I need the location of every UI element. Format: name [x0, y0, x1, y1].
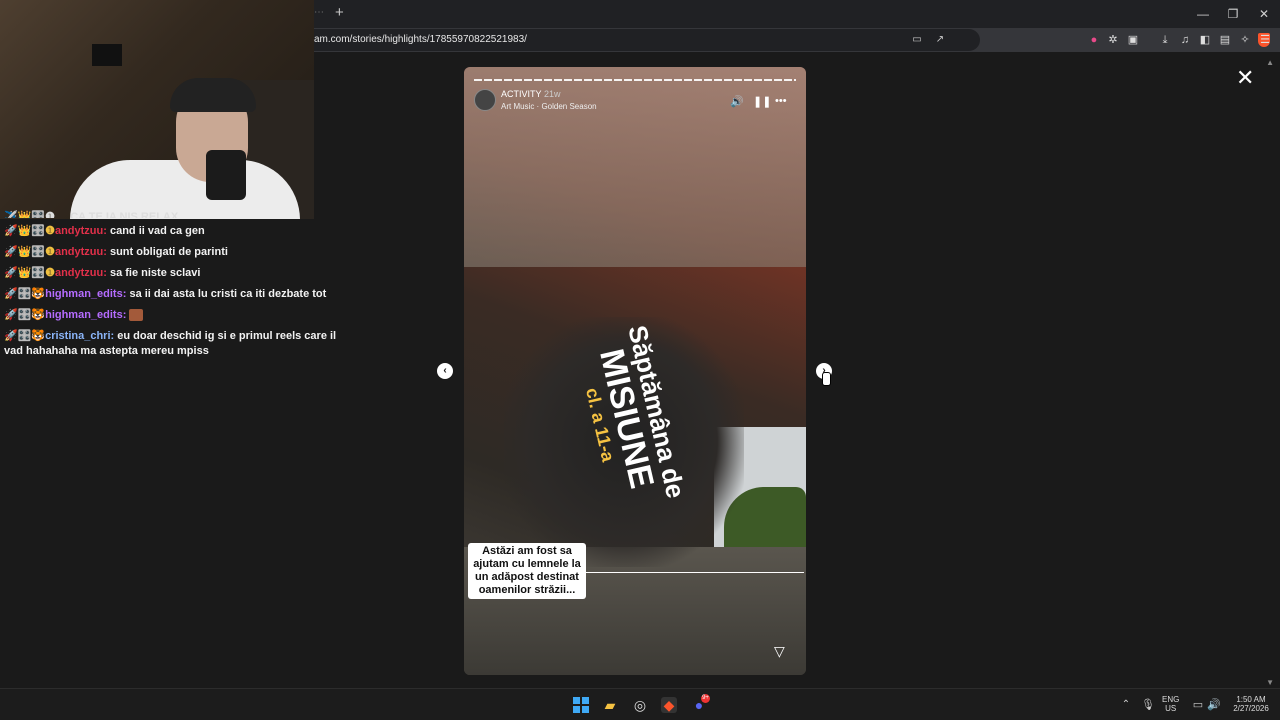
tray-chevron-icon[interactable]: ⌃: [1118, 697, 1134, 713]
language-indicator[interactable]: ENG US: [1162, 695, 1179, 713]
taskbar: ▰ ◎ ◆ ● 9+ ⌃ 🎙 ENG US ▭ 🔊 1:50 AM 2/27/2…: [0, 688, 1280, 720]
story-caption: Astăzi am fost sa ajutam cu lemnele la u…: [468, 543, 586, 599]
send-icon[interactable]: ▽: [774, 643, 785, 660]
chat-message: 🚀🎛️🐯cristina_chri: eu doar deschid ig si…: [4, 329, 344, 359]
story-username[interactable]: ACTIVITY: [501, 89, 542, 99]
prev-story-button[interactable]: ‹: [437, 363, 453, 379]
chat-username[interactable]: andytzuu:: [55, 225, 107, 237]
url-field[interactable]: am.com/stories/highlights/17855970822521…: [300, 29, 1270, 51]
wallet-icon[interactable]: ▤: [1218, 34, 1232, 46]
minimize-button[interactable]: —: [1193, 6, 1213, 22]
close-story-icon[interactable]: ✕: [1236, 67, 1254, 89]
scroll-down-arrow[interactable]: ▼: [1266, 678, 1274, 687]
chat-message: 🚀🎛️🐯highman_edits:: [4, 308, 344, 323]
more-options-icon[interactable]: •••: [775, 95, 787, 107]
brave-taskbar-icon[interactable]: ◆: [661, 697, 677, 713]
chat-emote-icon: [129, 309, 144, 322]
network-icon[interactable]: ▭: [1190, 697, 1206, 713]
url-text[interactable]: am.com/stories/highlights/17855970822521…: [314, 34, 527, 45]
chat-username[interactable]: highman_edits:: [45, 288, 126, 300]
media-icon[interactable]: ♫: [1178, 34, 1192, 46]
download-icon[interactable]: ⤓: [1158, 34, 1172, 46]
story-music[interactable]: Art Music · Golden Season: [501, 102, 597, 111]
menu-icon[interactable]: ☰: [1258, 34, 1272, 46]
new-tab-button[interactable]: +: [335, 5, 349, 21]
chat-message: 🚀👑🎛️❶andytzuu: cand ii vad ca gen: [4, 224, 344, 239]
chat-cut-line: ✈️👑🎛️❶ ... CA TE IA NIS RELAX ...: [4, 211, 191, 218]
pause-icon[interactable]: ❚❚: [753, 95, 771, 108]
webcam-microphone: [206, 150, 246, 200]
restore-button[interactable]: ❐: [1223, 6, 1243, 22]
lang-region: US: [1165, 704, 1177, 713]
chat-message: 🚀👑🎛️❶andytzuu: sa fie niste sclavi: [4, 266, 344, 281]
chat-badges: 🚀👑🎛️❶: [4, 267, 55, 279]
volume-tray-icon[interactable]: 🔊: [1206, 697, 1222, 713]
tab-fragment[interactable]: ⋯: [314, 7, 324, 18]
chat-badges: 🚀🎛️🐯: [4, 288, 46, 300]
discord-badge: 9+: [701, 694, 710, 703]
story-progress-bar: [474, 79, 796, 81]
scroll-up-arrow[interactable]: ▲: [1266, 58, 1274, 67]
story-card[interactable]: ACTIVITY 21w Art Music · Golden Season 🔊…: [464, 67, 806, 675]
mouse-pointer: [822, 372, 831, 386]
clock-date: 2/27/2026: [1233, 704, 1269, 713]
stream-chat: ✈️👑🎛️❶ ... CA TE IA NIS RELAX ... 🚀👑🎛️❶a…: [4, 210, 344, 359]
webcam-wall-picture: [92, 44, 122, 66]
close-window-button[interactable]: ✕: [1254, 6, 1274, 22]
cast-icon[interactable]: ▭: [910, 34, 924, 46]
start-button[interactable]: [573, 697, 589, 713]
extensions-icon[interactable]: ✲: [1106, 34, 1120, 46]
clock-time: 1:50 AM: [1236, 695, 1266, 704]
chat-username[interactable]: andytzuu:: [55, 246, 107, 258]
story-avatar[interactable]: [474, 89, 496, 111]
chat-username[interactable]: cristina_chri:: [45, 330, 114, 342]
tab-search-icon[interactable]: ▣: [1126, 34, 1140, 46]
chat-badges: 🚀👑🎛️❶: [4, 225, 55, 237]
chat-badges: 🚀🎛️🐯: [4, 330, 46, 342]
webcam-headset: [170, 78, 256, 112]
chat-badges: 🚀👑🎛️❶: [4, 246, 55, 258]
sidebar-icon[interactable]: ◧: [1198, 34, 1212, 46]
chat-text: cand ii vad ca gen: [109, 225, 205, 237]
chat-username[interactable]: highman_edits:: [45, 309, 126, 321]
volume-icon[interactable]: 🔊: [730, 95, 744, 108]
story-age: 21w: [544, 89, 561, 99]
chat-message: 🚀🎛️🐯highman_edits: sa ii dai asta lu cri…: [4, 287, 344, 302]
clock[interactable]: 1:50 AM 2/27/2026: [1228, 695, 1274, 713]
obs-icon[interactable]: ◎: [632, 697, 648, 713]
file-explorer-icon[interactable]: ▰: [602, 697, 618, 713]
caption-divider: [586, 572, 804, 573]
share-icon[interactable]: ↗: [933, 34, 947, 46]
lang-code: ENG: [1162, 695, 1180, 704]
vpn-icon[interactable]: ●: [1087, 34, 1101, 46]
chat-message: 🚀👑🎛️❶andytzuu: sunt obligati de parinti: [4, 245, 344, 260]
chat-text: sunt obligati de parinti: [109, 246, 228, 258]
chat-badges: 🚀🎛️🐯: [4, 309, 46, 321]
microphone-icon[interactable]: 🎙: [1140, 697, 1156, 713]
chat-text: sa fie niste sclavi: [109, 267, 201, 279]
webcam-overlay: [0, 0, 314, 219]
leo-ai-icon[interactable]: ✧: [1238, 34, 1252, 46]
chat-text: sa ii dai asta lu cristi ca iti dezbate …: [129, 288, 327, 300]
chat-username[interactable]: andytzuu:: [55, 267, 107, 279]
